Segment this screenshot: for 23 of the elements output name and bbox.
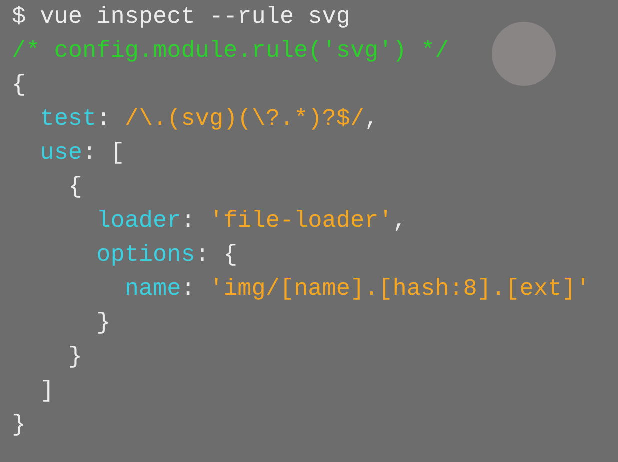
code-string: /\.(svg)(\?.*)?$/ [124, 106, 365, 133]
code-punctuation: { [12, 72, 26, 99]
code-punctuation: } [12, 412, 26, 439]
code-punctuation: ] [40, 378, 54, 405]
code-punctuation: , [364, 106, 379, 133]
code-punctuation: { [68, 174, 83, 201]
code-key: options [96, 242, 196, 269]
code-punctuation: , [392, 208, 407, 235]
code-string: 'img/[name].[hash:8].[ext]' [209, 276, 590, 303]
code-key: test [40, 106, 97, 133]
code-key: loader [96, 208, 182, 235]
code-punctuation: : [181, 276, 196, 303]
code-punctuation: : [181, 208, 196, 235]
command-text: $ vue inspect --rule svg [12, 4, 350, 31]
code-comment: /* config.module.rule('svg') */ [12, 38, 450, 65]
code-punctuation: : [ [82, 140, 125, 167]
code-string: 'file-loader' [209, 208, 393, 235]
code-punctuation: } [96, 310, 111, 337]
code-punctuation: } [68, 344, 83, 371]
code-punctuation: : [96, 106, 112, 133]
code-punctuation: : { [195, 242, 238, 269]
code-key: use [40, 140, 83, 167]
code-key: name [124, 276, 182, 303]
